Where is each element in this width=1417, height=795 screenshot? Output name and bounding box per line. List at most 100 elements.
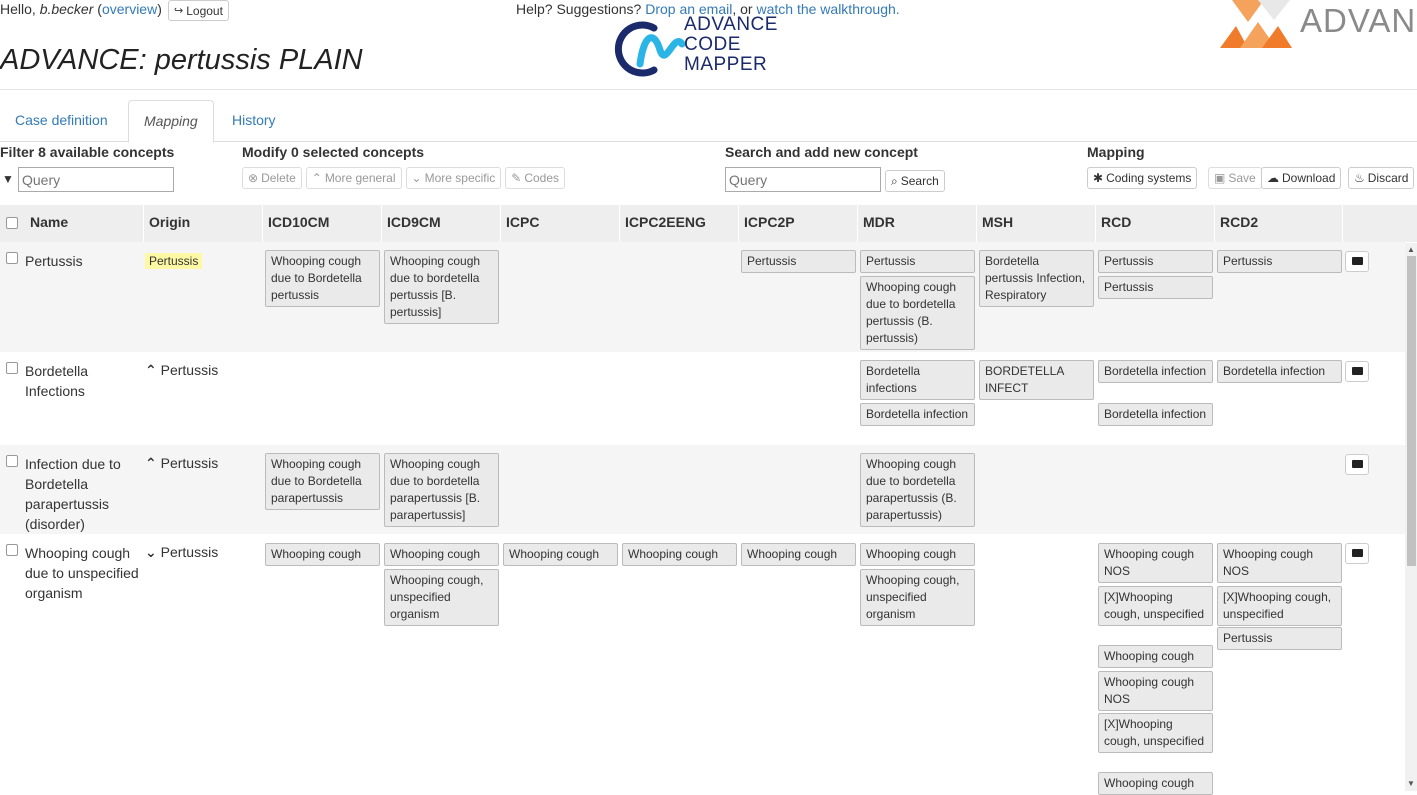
more-specific-label: More specific [424,171,496,185]
discard-button[interactable]: ♨ Discard [1348,167,1415,189]
row-checkbox[interactable] [6,362,18,374]
code-chip[interactable]: Bordetella infections [860,360,975,400]
code-chip[interactable]: Bordetella infection [1098,403,1213,426]
code-chip[interactable]: [X]Whooping cough, unspecified [1098,713,1213,753]
greeting-text: Hello, [0,1,36,17]
filter-input[interactable] [18,167,174,192]
comment-icon[interactable] [1345,251,1369,272]
code-chip[interactable]: Pertussis [1217,627,1342,650]
code-chip[interactable]: Whooping cough [1098,772,1213,795]
logout-label: Logout [186,3,223,18]
code-chip[interactable]: [X]Whooping cough, unspecified [1098,586,1213,626]
comment-icon[interactable] [1345,361,1369,382]
search-input[interactable] [725,167,881,192]
table-row: Bordetella Infections ⌃ Pertussis Bordet… [0,352,1405,445]
code-chip[interactable]: Whooping cough due to bordetella paraper… [860,453,975,527]
header-divider [0,89,1417,90]
more-general-label: More general [324,171,396,185]
logout-icon: ↪ [174,4,184,17]
more-general-button[interactable]: ⌃ More general [305,167,402,189]
code-chip[interactable]: Whooping cough due to bordetella pertuss… [384,250,499,324]
scrollbar-thumb[interactable] [1407,256,1416,566]
code-chip[interactable]: Pertussis [1098,276,1213,299]
table-row: Whooping cough due to unspecified organi… [0,534,1405,795]
save-button[interactable]: ▣ Save [1208,167,1262,189]
scroll-up-arrow-icon[interactable]: ▲ [1407,245,1415,254]
delete-button[interactable]: ⊗ Delete [242,167,302,189]
table-row: Pertussis Pertussis Whooping cough due t… [0,242,1405,352]
overview-link[interactable]: overview [102,1,157,17]
code-chip[interactable]: Whooping cough NOS [1098,671,1213,711]
tab-mapping[interactable]: Mapping [128,100,214,143]
code-chip[interactable]: Whooping cough [384,543,499,566]
column-header[interactable]: Name [25,205,144,242]
edit-icon: ✎ [511,171,522,185]
concept-name: Pertussis [25,253,83,269]
code-chip[interactable]: Bordetella infection [860,403,975,426]
chevron-up-icon: ⌃ [311,171,322,185]
column-header[interactable]: MDR [858,205,977,242]
code-chip[interactable]: Whooping cough [741,543,856,566]
column-header[interactable]: ICD10CM [263,205,382,242]
row-checkbox[interactable] [6,455,18,467]
logout-button[interactable]: ↪ Logout [168,0,229,21]
tab-history[interactable]: History [217,100,291,142]
origin-highlight: Pertussis [145,253,203,269]
codes-button[interactable]: ✎ Codes [505,167,566,189]
search-button[interactable]: ⌕ Search [885,170,945,192]
code-chip[interactable]: Pertussis [1217,250,1342,273]
code-chip[interactable]: Whooping cough due to Bordetella paraper… [265,453,380,510]
code-chip[interactable]: BORDETELLA INFECT [979,360,1094,400]
code-chip[interactable]: Pertussis [1098,250,1213,273]
chevron-up-icon: ⌃ [145,362,157,378]
origin-label: Pertussis [160,544,219,560]
row-checkbox[interactable] [6,544,18,556]
save-icon: ▣ [1214,171,1226,185]
code-chip[interactable]: Whooping cough due to Bordetella pertuss… [265,250,380,307]
comment-icon[interactable] [1345,543,1369,564]
download-button[interactable]: ☁ Download [1261,167,1342,189]
chevron-down-icon: ⌄ [145,544,157,560]
code-chip[interactable]: Whooping cough due to bordetella pertuss… [860,276,975,350]
column-header[interactable]: ICPC2EENG [620,205,739,242]
code-chip[interactable]: Whooping cough [265,543,380,566]
code-chip[interactable]: Bordetella infection [1217,360,1342,383]
code-chip[interactable]: Pertussis [741,250,856,273]
coding-systems-button[interactable]: ✱ Coding systems [1087,167,1198,189]
modify-title: Modify 0 selected concepts [242,144,425,160]
column-header[interactable]: ICPC2P [739,205,858,242]
download-label: Download [1282,171,1336,185]
code-chip[interactable]: Whooping cough [503,543,618,566]
code-chip[interactable]: Whooping cough NOS [1217,543,1342,583]
column-header[interactable]: RCD2 [1215,205,1343,242]
code-chip[interactable]: Whooping cough, unspecified organism [384,569,499,626]
column-header[interactable]: ICPC [501,205,620,242]
code-chip[interactable]: Bordetella pertussis Infection, Respirat… [979,250,1094,307]
concept-origin: Pertussis [145,252,203,269]
code-chip[interactable]: Whooping cough [860,543,975,566]
select-all-checkbox[interactable] [6,217,18,229]
more-specific-button[interactable]: ⌄ More specific [405,167,502,189]
logo-line-3: MAPPER [684,54,768,75]
advance-logo-text: ADVANCE [1300,2,1417,39]
code-chip[interactable]: Whooping cough, unspecified organism [860,569,975,626]
delete-icon: ⊗ [248,171,259,185]
chevron-down-icon: ⌄ [411,171,422,185]
code-chip[interactable]: Bordetella infection [1098,360,1213,383]
tab-case-definition[interactable]: Case definition [0,100,123,142]
column-header[interactable]: ICD9CM [382,205,501,242]
code-chip[interactable]: Pertussis [860,250,975,273]
code-chip[interactable]: Whooping cough due to bordetella paraper… [384,453,499,527]
column-header[interactable]: MSH [977,205,1096,242]
scroll-down-arrow-icon[interactable]: ▼ [1407,779,1415,788]
code-chip[interactable]: Whooping cough [622,543,737,566]
comment-icon[interactable] [1345,454,1369,475]
code-chip[interactable]: Whooping cough NOS [1098,543,1213,583]
code-chip[interactable]: [X]Whooping cough, unspecified [1217,586,1342,626]
column-header[interactable]: Origin [144,205,263,242]
search-icon: ⌕ [891,174,898,188]
concept-name: Bordetella Infections [25,363,89,399]
column-header[interactable]: RCD [1096,205,1215,242]
row-checkbox[interactable] [6,252,18,264]
code-chip[interactable]: Whooping cough [1098,645,1213,668]
